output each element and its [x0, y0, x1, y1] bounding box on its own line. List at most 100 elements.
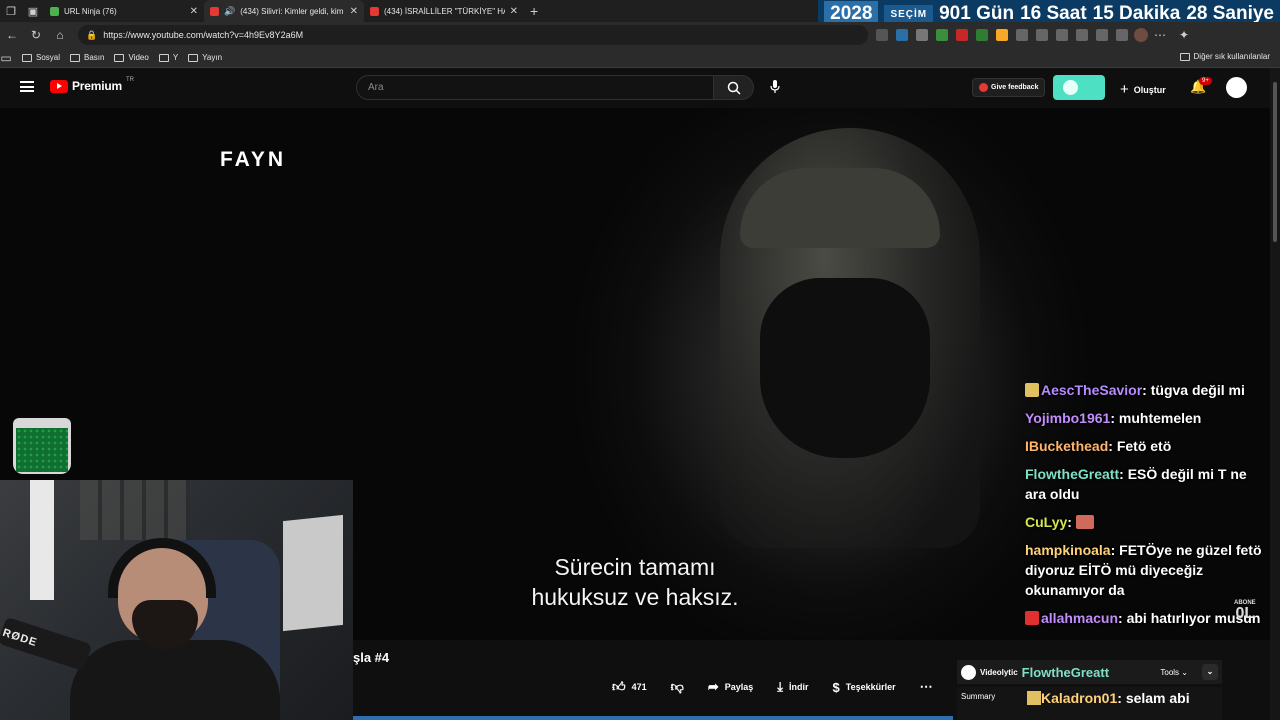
extensions-area: [876, 29, 1128, 41]
share-button[interactable]: ➦ Paylaş: [696, 679, 765, 695]
chat-message: Yojimbo1961: muhtemelen: [1025, 410, 1202, 426]
videolytics-logo-icon: [961, 664, 976, 680]
chevron-down-icon[interactable]: ⌄: [1202, 664, 1218, 680]
scrollbar-thumb[interactable]: [1273, 82, 1277, 242]
tab-close-icon[interactable]: ✕: [190, 6, 198, 17]
new-tab-button[interactable]: +: [524, 3, 544, 19]
search-icon: [727, 81, 741, 95]
extension-icon[interactable]: [1016, 29, 1028, 41]
webcam-whiteboard: [283, 514, 343, 632]
refresh-icon[interactable]: ↻: [24, 28, 48, 42]
create-button[interactable]: + Oluştur: [1120, 81, 1166, 98]
emote-icon: [1075, 515, 1094, 529]
lock-icon[interactable]: 🔒: [86, 30, 97, 41]
like-button[interactable]: 👍︎ 471: [600, 679, 659, 695]
url-text: https://www.youtube.com/watch?v=4h9Ev8Y2…: [103, 30, 304, 40]
browser-tab-url-ninja[interactable]: URL Ninja (76) ✕: [44, 0, 204, 22]
chat-user: CuLyy: [1025, 514, 1068, 530]
chat-message: IBuckethead: Fetö etö: [1025, 438, 1172, 454]
copilot-share-icon[interactable]: [1116, 29, 1128, 41]
browser-essentials-icon[interactable]: [1096, 29, 1108, 41]
video-subtitle: Sürecin tamamı hukuksuz ve haksız.: [460, 552, 810, 612]
extension-icon[interactable]: [976, 29, 988, 41]
tab-actions-icon[interactable]: ▣: [22, 0, 44, 22]
account-avatar[interactable]: [1226, 77, 1247, 98]
profile-avatar[interactable]: [1134, 28, 1148, 42]
more-options-icon[interactable]: ⋯: [1148, 28, 1172, 42]
hamburger-menu-icon[interactable]: [20, 81, 34, 92]
bookmark-folder-basin[interactable]: Basın: [70, 53, 104, 62]
chat-user: FlowtheGreatt: [1025, 466, 1120, 482]
bookmark-folder-video[interactable]: Video: [114, 53, 149, 62]
streamer-webcam: RØDE: [0, 480, 353, 720]
favorite-star-icon[interactable]: [896, 29, 908, 41]
video-actions: 👍︎ 471 👎︎ ➦ Paylaş ⤓ İndir $ Teşekkürler ⋯: [600, 675, 945, 699]
bookmark-folder-y[interactable]: Y: [158, 53, 178, 62]
extension-icon[interactable]: [876, 29, 888, 41]
download-button[interactable]: ⤓ İndir: [765, 679, 820, 695]
chat-message: FlowtheGreatt: ESÖ değil mi T ne ara old…: [1025, 466, 1247, 502]
folder-icon: [158, 53, 169, 62]
extension-toggle[interactable]: [1053, 75, 1105, 100]
youtube-header: Premium TR Ara Give feedback + Oluştur 🔔…: [0, 68, 1280, 108]
youtube-favicon-icon: [210, 6, 219, 16]
address-bar[interactable]: 🔒 https://www.youtube.com/watch?v=4h9Ev8…: [78, 25, 868, 45]
chat-text: tügva değil mi: [1150, 382, 1245, 398]
video-title: şla #4: [353, 650, 390, 665]
subtitle-line-1: Sürecin tamamı: [554, 554, 716, 580]
microphone-icon: [0, 616, 93, 672]
channel-watermark: FAYN: [220, 148, 287, 171]
youtube-favicon-icon: [370, 6, 379, 16]
bookmarks-toggle-icon[interactable]: ▭: [0, 51, 12, 65]
page-scrollbar[interactable]: [1270, 68, 1280, 720]
bookmark-folder-sosyal[interactable]: Sosyal: [22, 53, 60, 62]
collections-icon[interactable]: [1076, 29, 1088, 41]
browser-tab-silivri[interactable]: 🔊 (434) Silivri: Kimler geldi, kim ✕: [204, 0, 364, 22]
webcam-wall-frames: [80, 480, 190, 540]
tab-close-icon[interactable]: ✕: [510, 6, 518, 17]
youtube-play-icon: [50, 79, 68, 93]
home-icon[interactable]: ⌂: [48, 28, 72, 42]
workspaces-icon[interactable]: ❐: [0, 0, 22, 22]
stream-chat-overlay: AescTheSavior: tügva değil mi Yojimbo196…: [1025, 380, 1270, 636]
bookmark-folder-yayin[interactable]: Yayın: [188, 53, 222, 62]
tools-dropdown[interactable]: Tools ⌄: [1160, 668, 1188, 677]
chat-user: allahmacun: [1041, 610, 1119, 626]
favorites-icon[interactable]: [1056, 29, 1068, 41]
dislike-button[interactable]: 👎︎: [659, 679, 696, 695]
copilot-icon[interactable]: ✦: [1172, 28, 1196, 42]
tab-favicon-icon: [50, 6, 59, 16]
folder-icon: [1179, 52, 1190, 61]
extension-icon[interactable]: [936, 29, 948, 41]
chat-user: hampkinoala: [1025, 542, 1111, 558]
search-button[interactable]: [713, 75, 754, 100]
chat-user: Yojimbo1961: [1025, 410, 1111, 426]
search-input[interactable]: Ara: [356, 75, 714, 100]
folder-icon: [22, 53, 32, 62]
folder-icon: [188, 53, 199, 62]
more-actions-icon[interactable]: ⋯: [908, 679, 945, 695]
back-icon[interactable]: ←: [0, 28, 24, 42]
extension-icon[interactable]: [916, 29, 928, 41]
folder-icon: [70, 53, 81, 62]
youtube-premium-logo[interactable]: Premium TR: [50, 77, 134, 93]
extension-icon[interactable]: [996, 29, 1008, 41]
give-feedback-button[interactable]: Give feedback: [972, 78, 1046, 97]
overlay-chat-message: Kaladron01: selam abi: [1027, 690, 1190, 706]
chat-user: AescTheSavior: [1041, 382, 1143, 398]
tab-title: (434) İSRAİLLİLER "TÜRKİYE" HAK: [384, 6, 505, 16]
extension-icon[interactable]: [956, 29, 968, 41]
chat-message: CuLyy:: [1025, 512, 1270, 532]
audio-playing-icon[interactable]: 🔊: [224, 6, 235, 17]
thanks-button[interactable]: $ Teşekkürler: [821, 680, 908, 695]
logo-text: Premium: [72, 79, 122, 93]
split-screen-icon[interactable]: [1036, 29, 1048, 41]
videolytics-summary[interactable]: Summary Kaladron01: selam abi: [957, 687, 1222, 720]
bookmarks-bar: ▭ Sosyal Basın Video Y Yayın Diğer sık k…: [0, 48, 1280, 68]
voice-search-mic-icon[interactable]: [770, 80, 780, 97]
chat-user: IBuckethead: [1025, 438, 1109, 454]
browser-tab-israilliler[interactable]: (434) İSRAİLLİLER "TÜRKİYE" HAK ✕: [364, 0, 524, 22]
tab-close-icon[interactable]: ✕: [350, 6, 358, 17]
browser-toolbar: ← ↻ ⌂ 🔒 https://www.youtube.com/watch?v=…: [0, 22, 1280, 48]
other-favorites[interactable]: Diğer sık kullanılanlar: [1179, 52, 1270, 61]
